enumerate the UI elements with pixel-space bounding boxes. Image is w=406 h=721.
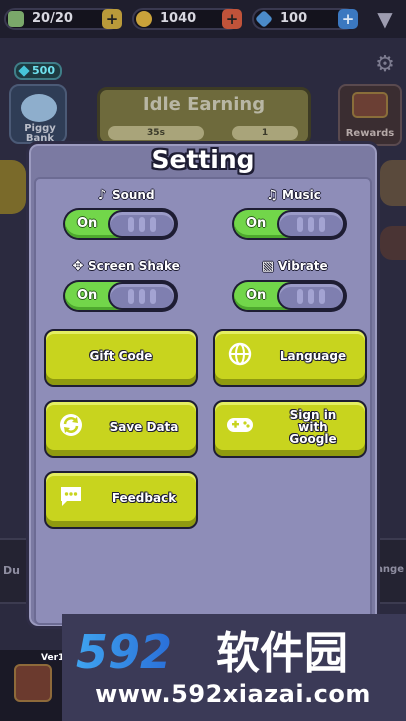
feedback-label: Feedback <box>111 491 177 505</box>
screen-shake-toggle[interactable]: On <box>63 280 178 312</box>
toggle-knob <box>277 210 345 238</box>
sound-label: ♪ Sound <box>94 187 155 203</box>
save-data-button[interactable]: Save Data <box>44 400 198 458</box>
music-label: ♫ Music <box>264 187 321 203</box>
vibrate-icon: ▧ <box>261 259 275 274</box>
energy-icon <box>8 11 24 27</box>
vibrate-toggle[interactable]: On <box>232 280 347 312</box>
music-toggle[interactable]: On <box>232 208 347 240</box>
sound-toggle[interactable]: On <box>63 208 178 240</box>
chevron-down-icon[interactable]: ▼ <box>372 8 398 30</box>
piggy-bank-button[interactable]: Piggy Bank <box>9 84 67 144</box>
knob-grip <box>139 289 145 304</box>
idle-count: 1 <box>232 126 298 140</box>
settings-panel: ♪ Sound On ♫ Music On ✥ Screen Shake On … <box>34 177 372 663</box>
rewards-button[interactable]: Rewards <box>338 84 402 146</box>
language-button[interactable]: Language <box>213 329 367 387</box>
save-data-label: Save Data <box>109 420 179 434</box>
watermark-url: www.592xiazai.com <box>95 680 371 708</box>
google-sign-in-button[interactable]: Sign in with Google <box>213 400 367 458</box>
energy-counter: 20/20 + <box>4 8 122 30</box>
knob-grip <box>308 289 314 304</box>
toggle-knob <box>277 282 345 310</box>
toggle-knob <box>108 282 176 310</box>
gem-value: 100 <box>280 11 308 26</box>
left-side-button[interactable] <box>0 160 26 214</box>
screen-shake-label-text: Screen Shake <box>88 259 180 273</box>
globe-icon <box>225 341 255 371</box>
idle-timer: 35s <box>108 126 204 140</box>
gift-code-button[interactable]: Gift Code <box>44 329 198 387</box>
knob-grip <box>150 289 156 304</box>
music-notes-icon: ♫ <box>266 188 278 203</box>
knob-grip <box>128 217 134 232</box>
knob-grip <box>297 289 303 304</box>
energy-value: 20/20 <box>32 11 73 26</box>
modal-header: Setting <box>29 144 377 176</box>
google-sign-in-label: Sign in with Google <box>259 402 367 452</box>
watermark-logo: 592 软件园 <box>76 625 398 679</box>
sound-label-text: Sound <box>112 188 155 202</box>
strip-left-label: Du <box>3 564 20 577</box>
svg-text:软件园: 软件园 <box>216 628 348 676</box>
gem-icon <box>254 9 274 29</box>
gift-code-label: Gift Code <box>89 349 153 363</box>
knob-grip <box>150 217 156 232</box>
vibrate-label: ▧ Vibrate <box>260 258 328 274</box>
rewards-label: Rewards <box>345 128 395 139</box>
idle-earning-card[interactable]: Idle Earning 35s 1 <box>97 87 311 145</box>
svg-text:592: 592 <box>76 626 172 676</box>
add-energy-button[interactable]: + <box>102 9 122 29</box>
knob-grip <box>128 289 134 304</box>
music-note-icon: ♪ <box>97 188 107 203</box>
right-side-button-2[interactable] <box>380 226 406 260</box>
settings-modal: Setting ♪ Sound On ♫ Music On ✥ Screen S… <box>26 141 380 663</box>
google-line-3: Google <box>289 432 337 446</box>
music-label-text: Music <box>282 188 321 202</box>
gamepad-icon <box>225 412 255 442</box>
treasure-chest-icon <box>352 92 388 118</box>
toggle-knob <box>108 210 176 238</box>
coin-counter: 1040 + <box>132 8 242 30</box>
knob-grip <box>319 217 325 232</box>
coin-icon <box>136 11 152 27</box>
gem-badge: 500 <box>14 62 62 80</box>
knob-grip <box>139 217 145 232</box>
knob-grip <box>308 217 314 232</box>
chat-bubble-icon <box>56 483 86 513</box>
screen-shake-label: ✥ Screen Shake <box>70 258 180 274</box>
add-coins-button[interactable]: + <box>222 9 242 29</box>
gear-icon[interactable]: ⚙ <box>372 52 398 78</box>
vibrate-label-text: Vibrate <box>278 259 328 273</box>
sync-icon <box>56 412 86 442</box>
right-side-button-1[interactable] <box>380 160 406 206</box>
language-label: Language <box>279 349 347 363</box>
idle-earning-title: Idle Earning <box>142 94 266 115</box>
modal-title: Setting <box>151 145 255 174</box>
piggy-icon <box>21 94 57 122</box>
feedback-button[interactable]: Feedback <box>44 471 198 529</box>
shop-icon[interactable] <box>14 664 52 702</box>
add-gems-button[interactable]: + <box>338 9 358 29</box>
screen-shake-icon: ✥ <box>72 259 84 274</box>
strip-right-label: ange <box>376 564 404 575</box>
gem-counter: 100 + <box>252 8 358 30</box>
knob-grip <box>319 289 325 304</box>
coin-value: 1040 <box>160 11 197 26</box>
knob-grip <box>297 217 303 232</box>
